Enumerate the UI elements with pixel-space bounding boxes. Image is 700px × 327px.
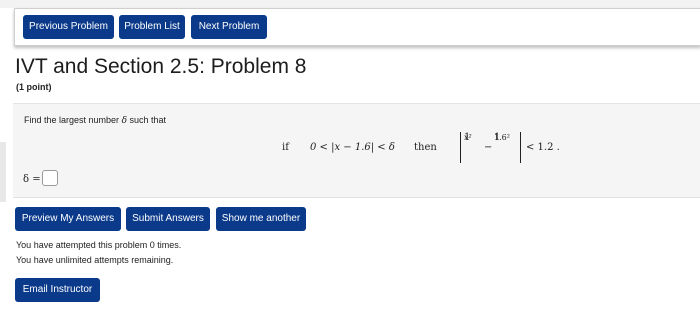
submit-answers-button[interactable]: Submit Answers bbox=[126, 207, 210, 231]
attempts-message: You have attempted this problem 0 times. bbox=[16, 240, 182, 250]
minus-sign: − bbox=[484, 142, 493, 153]
page-title: IVT and Section 2.5: Problem 8 bbox=[15, 55, 307, 78]
fraction-1-denominator: x² bbox=[464, 133, 472, 142]
condition-rhs: < 1.2 . bbox=[526, 142, 560, 153]
condition-lhs: 0 < |x − 1.6| < δ bbox=[310, 142, 395, 153]
next-problem-button[interactable]: Next Problem bbox=[191, 15, 267, 39]
problem-points: (1 point) bbox=[16, 82, 52, 92]
delta-answer-input[interactable] bbox=[42, 170, 58, 186]
left-margin-strip bbox=[0, 142, 6, 202]
delta-symbol: δ bbox=[121, 116, 127, 126]
email-instructor-button[interactable]: Email Instructor bbox=[15, 278, 100, 302]
abs-bar-right bbox=[520, 132, 521, 163]
abs-bar-left bbox=[460, 132, 461, 163]
statement-suffix: such that bbox=[129, 115, 167, 125]
statement-prefix: Find the largest number bbox=[24, 115, 120, 125]
fraction-2-denominator: 1.6² bbox=[494, 133, 510, 142]
top-background-strip bbox=[0, 0, 700, 8]
then-word: then bbox=[414, 142, 437, 153]
problem-list-button[interactable]: Problem List bbox=[119, 15, 185, 39]
epsilon-delta-condition: if 0 < |x − 1.6| < δ then 1 x² − 1 1.6² … bbox=[280, 130, 580, 166]
previous-problem-button[interactable]: Previous Problem bbox=[23, 15, 114, 39]
remaining-attempts-message: You have unlimited attempts remaining. bbox=[16, 255, 174, 265]
answer-label: δ = bbox=[23, 174, 41, 185]
show-another-button[interactable]: Show me another bbox=[216, 207, 306, 231]
problem-statement: Find the largest number δ such that bbox=[24, 115, 166, 126]
problem-navigation-bar: Previous Problem Problem List Next Probl… bbox=[14, 8, 700, 46]
if-word: if bbox=[282, 142, 289, 153]
preview-answers-button[interactable]: Preview My Answers bbox=[15, 207, 121, 231]
